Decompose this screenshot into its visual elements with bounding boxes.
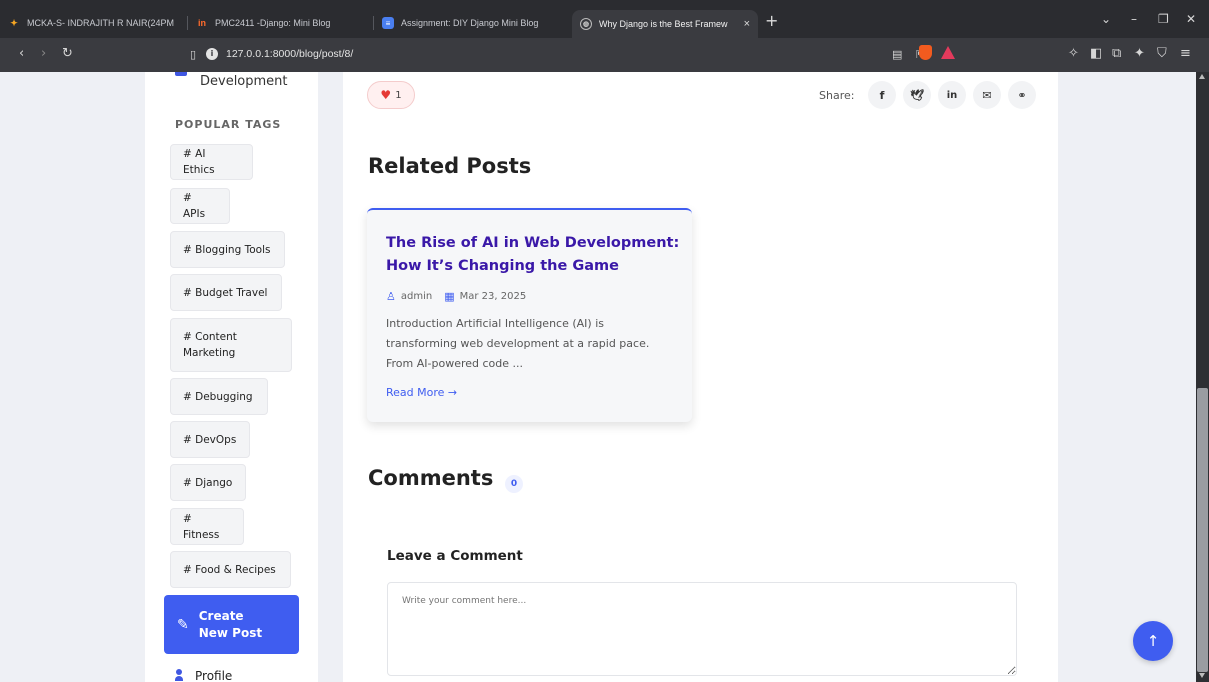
link-icon[interactable]: ⚭ [1008, 81, 1036, 109]
back-to-top-button[interactable]: ↑ [1133, 621, 1173, 661]
category-icon [175, 72, 187, 76]
post-author: admin [400, 291, 433, 302]
tab-label: Assignment: DIY Django Mini Blog [401, 18, 539, 28]
comment-textarea[interactable] [387, 582, 1017, 676]
docs-icon: ≡ [382, 17, 394, 29]
profile-label: Profile [195, 669, 233, 682]
leave-comment-heading: Leave a Comment [387, 548, 523, 564]
menu-icon[interactable]: ≡ [1180, 46, 1191, 62]
tag-fitness[interactable]: # Fitness [170, 508, 244, 545]
linways-icon: in [198, 18, 206, 28]
close-icon[interactable]: × [744, 18, 750, 30]
leo-ai-icon[interactable]: ✦ [1134, 46, 1145, 62]
extensions-icon[interactable]: ✧ [1068, 46, 1079, 62]
tab-label: Why Django is the Best Framew [599, 19, 728, 29]
arrow-up-icon: ↑ [1146, 632, 1160, 650]
tab-moodle[interactable]: ✦ MCKA-S- INDRAJITH R NAIR(24PM [8, 13, 188, 33]
url-text: 127.0.0.1:8000/blog/post/8/ [226, 48, 354, 60]
share-label: Share: [819, 89, 855, 102]
tag-content-marketing[interactable]: # Content Marketing [170, 318, 292, 372]
like-count: 1 [395, 89, 402, 101]
tab-label: MCKA-S- INDRAJITH R NAIR(24PM [27, 18, 175, 28]
tab-separator [187, 16, 188, 30]
create-new-post-label: Create New Post [198, 608, 263, 640]
tag-debugging[interactable]: # Debugging [170, 378, 268, 415]
user-icon: ♙ [386, 290, 396, 303]
scroll-down-arrow-icon[interactable] [1199, 673, 1205, 678]
tag-ai-ethics[interactable]: # AI Ethics [170, 144, 253, 180]
browser-toolbar: ‹ › ↻ ▯ i 127.0.0.1:8000/blog/post/8/ ▤ … [0, 38, 1209, 72]
bookmark-icon[interactable]: ▯ [190, 47, 196, 63]
new-tab-button[interactable]: + [765, 13, 778, 29]
scroll-up-arrow-icon[interactable] [1199, 74, 1205, 79]
facebook-icon[interactable]: f [868, 81, 896, 109]
post-meta: ♙ admin ▦ Mar 23, 2025 [386, 290, 526, 303]
moodle-icon: ✦ [10, 17, 18, 28]
forward-icon[interactable]: › [41, 46, 46, 62]
site-info-icon[interactable]: i [206, 48, 218, 60]
tab-search-chevron-icon[interactable]: ⌄ [1101, 12, 1111, 26]
vpn-icon[interactable]: ⛉ [1157, 46, 1167, 62]
reload-icon[interactable]: ↻ [62, 46, 73, 62]
close-window-icon[interactable]: ✕ [1186, 12, 1196, 26]
sidebar: Development POPULAR TAGS # AI Ethics # A… [145, 72, 318, 682]
minimize-icon[interactable]: – [1131, 12, 1137, 26]
tab-current-post[interactable]: ◍ Why Django is the Best Framew × [572, 10, 758, 38]
category-development-link[interactable]: Development [200, 74, 288, 89]
like-button[interactable]: ♥ 1 [367, 81, 415, 109]
brave-shields-icon[interactable] [919, 45, 932, 60]
tab-groups-icon[interactable]: ⧉ [1112, 46, 1121, 62]
email-icon[interactable]: ✉ [973, 81, 1001, 109]
back-icon[interactable]: ‹ [19, 46, 24, 62]
popular-tags-heading: POPULAR TAGS [175, 118, 282, 131]
post-date: Mar 23, 2025 [459, 291, 527, 302]
post-content: ♥ 1 Share: f 🕊 in ✉ ⚭ Related Posts The … [343, 72, 1058, 682]
comments-heading: Comments [368, 466, 494, 490]
related-post-title[interactable]: The Rise of AI in Web Development: How I… [386, 232, 681, 278]
calendar-icon: ▦ [444, 290, 455, 303]
restore-icon[interactable]: ❐ [1158, 12, 1169, 26]
reader-mode-icon[interactable]: ▤ [892, 47, 902, 63]
related-posts-heading: Related Posts [368, 154, 532, 178]
address-bar[interactable]: ▯ i 127.0.0.1:8000/blog/post/8/ ▤ ⇱ [190, 43, 970, 67]
page-viewport: Development POPULAR TAGS # AI Ethics # A… [0, 72, 1196, 682]
page-scrollbar[interactable] [1196, 72, 1209, 682]
create-new-post-button[interactable]: ✎ Create New Post [164, 595, 299, 654]
tag-blogging-tools[interactable]: # Blogging Tools [170, 231, 285, 268]
profile-link[interactable]: Profile [175, 669, 232, 682]
tag-apis[interactable]: # APIs [170, 188, 230, 224]
comment-count-badge: 0 [505, 475, 523, 493]
tab-label: PMC2411 -Django: Mini Blog [215, 18, 331, 28]
edit-icon: ✎ [177, 616, 189, 633]
related-post-excerpt: Introduction Artificial Intelligence (AI… [386, 317, 650, 370]
browser-tab-bar: ✦ MCKA-S- INDRAJITH R NAIR(24PM in PMC24… [0, 0, 1209, 38]
user-icon [175, 669, 183, 681]
read-more-link[interactable]: Read More → [386, 386, 457, 399]
heart-icon: ♥ [380, 88, 392, 102]
tag-django[interactable]: # Django [170, 464, 246, 501]
tag-food-recipes[interactable]: # Food & Recipes [170, 551, 291, 588]
sidebar-toggle-icon[interactable]: ◧ [1090, 46, 1102, 62]
globe-icon: ◍ [580, 18, 592, 30]
tab-linways[interactable]: in PMC2411 -Django: Mini Blog [196, 13, 374, 33]
brave-rewards-icon[interactable] [941, 46, 955, 59]
tag-budget-travel[interactable]: # Budget Travel [170, 274, 282, 311]
tab-separator [373, 16, 374, 30]
tab-assignment[interactable]: ≡ Assignment: DIY Django Mini Blog [382, 13, 566, 33]
linkedin-icon[interactable]: in [938, 81, 966, 109]
scroll-thumb[interactable] [1197, 388, 1208, 672]
tag-devops[interactable]: # DevOps [170, 421, 250, 458]
twitter-icon[interactable]: 🕊 [903, 81, 931, 109]
related-post-card[interactable]: The Rise of AI in Web Development: How I… [367, 208, 692, 422]
